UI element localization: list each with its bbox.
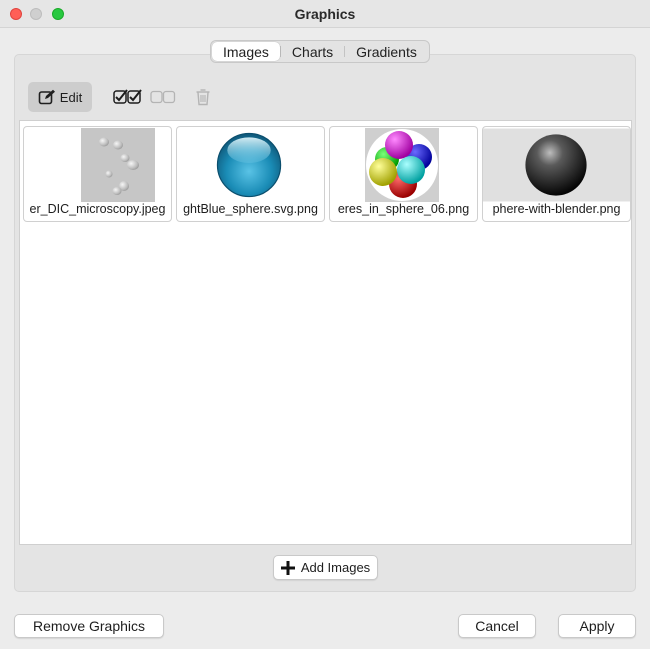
cancel-button[interactable]: Cancel	[458, 614, 536, 638]
apply-button[interactable]: Apply	[558, 614, 636, 638]
image-tile-label: er_DIC_microscopy.jpeg	[29, 202, 166, 216]
trash-icon[interactable]	[195, 88, 211, 106]
edit-icon	[38, 89, 56, 105]
image-tile-label: ghtBlue_sphere.svg.png	[183, 202, 318, 216]
window-title: Graphics	[294, 6, 356, 22]
image-tile[interactable]: phere-with-blender.png	[482, 126, 631, 222]
graphics-window: Graphics Images Charts Gradients Edit er…	[0, 0, 650, 649]
tab-bar: Images Charts Gradients	[210, 40, 430, 63]
add-images-label: Add Images	[300, 560, 371, 575]
remove-graphics-button[interactable]: Remove Graphics	[14, 614, 164, 638]
image-tile-label: eres_in_sphere_06.png	[337, 202, 470, 216]
select-all-icon[interactable]	[113, 88, 143, 106]
tab-charts[interactable]: Charts	[281, 42, 344, 61]
image-tile[interactable]: er_DIC_microscopy.jpeg	[23, 126, 172, 222]
image-tile-label: phere-with-blender.png	[492, 202, 621, 216]
tab-images[interactable]: Images	[212, 42, 280, 61]
deselect-all-icon[interactable]	[150, 88, 176, 106]
microscopy-thumbnail	[24, 128, 171, 203]
image-tile[interactable]: eres_in_sphere_06.png	[329, 126, 478, 222]
add-images-button[interactable]: Add Images	[273, 555, 378, 580]
plus-icon	[280, 560, 295, 575]
image-tile[interactable]: ghtBlue_sphere.svg.png	[176, 126, 325, 222]
tab-gradients[interactable]: Gradients	[345, 42, 428, 61]
title-bar: Graphics	[0, 0, 650, 28]
image-toolbar: Edit	[14, 82, 636, 112]
blue-sphere-thumbnail	[177, 128, 324, 203]
dark-sphere-thumbnail	[483, 128, 630, 203]
spheres-in-sphere-thumbnail	[330, 128, 477, 203]
image-gallery: er_DIC_microscopy.jpeg ghtBlue_sphere.sv…	[19, 120, 632, 545]
edit-button[interactable]: Edit	[28, 82, 92, 112]
edit-button-label: Edit	[59, 89, 83, 105]
